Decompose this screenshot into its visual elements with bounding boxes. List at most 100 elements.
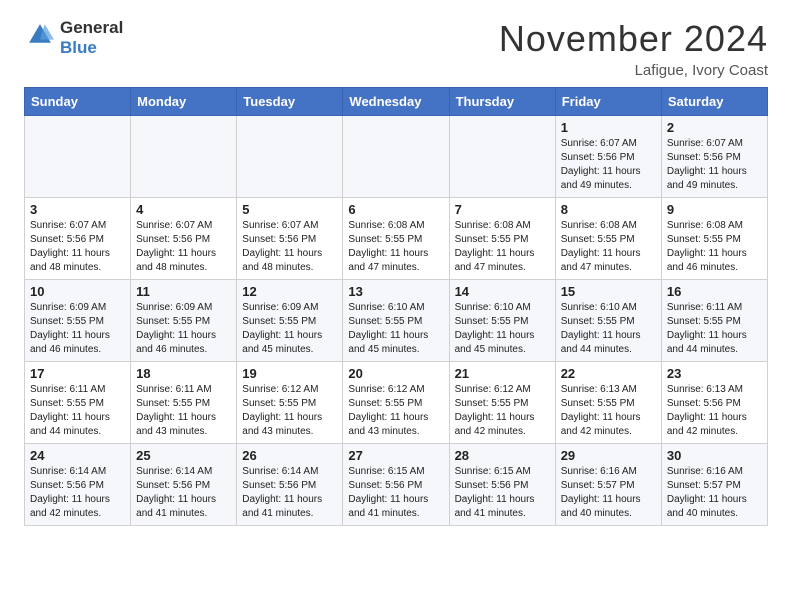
table-row: 28 Sunrise: 6:15 AMSunset: 5:56 PMDayligh… [449, 444, 555, 526]
page-header: General Blue November 2024 Lafigue, Ivor… [0, 0, 792, 87]
table-row: 27 Sunrise: 6:15 AMSunset: 5:56 PMDayligh… [343, 444, 449, 526]
month-title: November 2024 [499, 18, 768, 60]
day-number: 29 [561, 448, 656, 463]
day-number: 23 [667, 366, 762, 381]
location: Lafigue, Ivory Coast [499, 62, 768, 79]
day-content: Sunrise: 6:16 AMSunset: 5:57 PMDaylight:… [561, 465, 656, 521]
day-content: Sunrise: 6:14 AMSunset: 5:56 PMDaylight:… [242, 465, 337, 521]
day-content: Sunrise: 6:10 AMSunset: 5:55 PMDaylight:… [455, 301, 550, 357]
table-row: 6 Sunrise: 6:08 AMSunset: 5:55 PMDaylight… [343, 198, 449, 280]
table-row: 24 Sunrise: 6:14 AMSunset: 5:56 PMDayligh… [25, 444, 131, 526]
day-content: Sunrise: 6:09 AMSunset: 5:55 PMDaylight:… [136, 301, 231, 357]
logo-general: General [60, 18, 123, 37]
day-number: 7 [455, 202, 550, 217]
header-tuesday: Tuesday [237, 88, 343, 116]
day-content: Sunrise: 6:09 AMSunset: 5:55 PMDaylight:… [30, 301, 125, 357]
day-number: 16 [667, 284, 762, 299]
day-number: 13 [348, 284, 443, 299]
day-content: Sunrise: 6:13 AMSunset: 5:55 PMDaylight:… [561, 383, 656, 439]
day-number: 6 [348, 202, 443, 217]
table-row: 17 Sunrise: 6:11 AMSunset: 5:55 PMDayligh… [25, 362, 131, 444]
table-row: 19 Sunrise: 6:12 AMSunset: 5:55 PMDayligh… [237, 362, 343, 444]
logo: General Blue [24, 18, 123, 57]
day-number: 2 [667, 120, 762, 135]
table-row [449, 116, 555, 198]
day-content: Sunrise: 6:07 AMSunset: 5:56 PMDaylight:… [30, 219, 125, 275]
day-content: Sunrise: 6:08 AMSunset: 5:55 PMDaylight:… [667, 219, 762, 275]
table-row: 20Sunrise: 6:12 AMSunset: 5:55 PMDayligh… [343, 362, 449, 444]
header-wednesday: Wednesday [343, 88, 449, 116]
table-row [131, 116, 237, 198]
table-row: 5 Sunrise: 6:07 AMSunset: 5:56 PMDaylight… [237, 198, 343, 280]
table-row: 30Sunrise: 6:16 AMSunset: 5:57 PMDayligh… [661, 444, 767, 526]
table-row: 12 Sunrise: 6:09 AMSunset: 5:55 PMDayligh… [237, 280, 343, 362]
day-content: Sunrise: 6:13 AMSunset: 5:56 PMDaylight:… [667, 383, 762, 439]
day-number: 28 [455, 448, 550, 463]
day-number: 14 [455, 284, 550, 299]
table-row: 13 Sunrise: 6:10 AMSunset: 5:55 PMDayligh… [343, 280, 449, 362]
header-sunday: Sunday [25, 88, 131, 116]
day-number: 22 [561, 366, 656, 381]
header-saturday: Saturday [661, 88, 767, 116]
day-content: Sunrise: 6:15 AMSunset: 5:56 PMDaylight:… [348, 465, 443, 521]
day-content: Sunrise: 6:16 AMSunset: 5:57 PMDaylight:… [667, 465, 762, 521]
day-number: 4 [136, 202, 231, 217]
table-row: 9 Sunrise: 6:08 AMSunset: 5:55 PMDaylight… [661, 198, 767, 280]
table-row: 8 Sunrise: 6:08 AMSunset: 5:55 PMDaylight… [555, 198, 661, 280]
day-number: 15 [561, 284, 656, 299]
day-content: Sunrise: 6:15 AMSunset: 5:56 PMDaylight:… [455, 465, 550, 521]
table-row: 4 Sunrise: 6:07 AMSunset: 5:56 PMDaylight… [131, 198, 237, 280]
day-content: Sunrise: 6:12 AMSunset: 5:55 PMDaylight:… [242, 383, 337, 439]
logo-blue: Blue [60, 38, 97, 57]
table-row: 10 Sunrise: 6:09 AMSunset: 5:55 PMDayligh… [25, 280, 131, 362]
day-number: 8 [561, 202, 656, 217]
day-content: Sunrise: 6:11 AMSunset: 5:55 PMDaylight:… [30, 383, 125, 439]
day-content: Sunrise: 6:07 AMSunset: 5:56 PMDaylight:… [667, 137, 762, 193]
day-number: 26 [242, 448, 337, 463]
day-number: 11 [136, 284, 231, 299]
day-number: 12 [242, 284, 337, 299]
day-number: 10 [30, 284, 125, 299]
day-number: 3 [30, 202, 125, 217]
header-monday: Monday [131, 88, 237, 116]
table-row [237, 116, 343, 198]
day-number: 24 [30, 448, 125, 463]
day-content: Sunrise: 6:11 AMSunset: 5:55 PMDaylight:… [136, 383, 231, 439]
day-content: Sunrise: 6:11 AMSunset: 5:55 PMDaylight:… [667, 301, 762, 357]
table-row: 14 Sunrise: 6:10 AMSunset: 5:55 PMDayligh… [449, 280, 555, 362]
day-content: Sunrise: 6:08 AMSunset: 5:55 PMDaylight:… [348, 219, 443, 275]
day-content: Sunrise: 6:08 AMSunset: 5:55 PMDaylight:… [561, 219, 656, 275]
table-row: 1Sunrise: 6:07 AMSunset: 5:56 PMDaylight… [555, 116, 661, 198]
day-number: 19 [242, 366, 337, 381]
day-content: Sunrise: 6:14 AMSunset: 5:56 PMDaylight:… [136, 465, 231, 521]
day-content: Sunrise: 6:10 AMSunset: 5:55 PMDaylight:… [561, 301, 656, 357]
table-row: 22 Sunrise: 6:13 AMSunset: 5:55 PMDayligh… [555, 362, 661, 444]
table-row: 15 Sunrise: 6:10 AMSunset: 5:55 PMDayligh… [555, 280, 661, 362]
table-row: 29 Sunrise: 6:16 AMSunset: 5:57 PMDayligh… [555, 444, 661, 526]
table-row: 3 Sunrise: 6:07 AMSunset: 5:56 PMDaylight… [25, 198, 131, 280]
day-number: 27 [348, 448, 443, 463]
table-row: 16 Sunrise: 6:11 AMSunset: 5:55 PMDayligh… [661, 280, 767, 362]
day-content: Sunrise: 6:07 AMSunset: 5:56 PMDaylight:… [242, 219, 337, 275]
table-row: 21Sunrise: 6:12 AMSunset: 5:55 PMDayligh… [449, 362, 555, 444]
table-row: 2 Sunrise: 6:07 AMSunset: 5:56 PMDaylight… [661, 116, 767, 198]
day-number: 17 [30, 366, 125, 381]
day-number: 21 [455, 366, 550, 381]
calendar-wrapper: Sunday Monday Tuesday Wednesday Thursday… [0, 87, 792, 546]
table-row: 7Sunrise: 6:08 AMSunset: 5:55 PMDaylight… [449, 198, 555, 280]
day-number: 9 [667, 202, 762, 217]
day-content: Sunrise: 6:10 AMSunset: 5:55 PMDaylight:… [348, 301, 443, 357]
calendar-table: Sunday Monday Tuesday Wednesday Thursday… [24, 87, 768, 526]
table-row: 18 Sunrise: 6:11 AMSunset: 5:55 PMDayligh… [131, 362, 237, 444]
day-content: Sunrise: 6:09 AMSunset: 5:55 PMDaylight:… [242, 301, 337, 357]
table-row [25, 116, 131, 198]
table-row: 25Sunrise: 6:14 AMSunset: 5:56 PMDayligh… [131, 444, 237, 526]
day-content: Sunrise: 6:07 AMSunset: 5:56 PMDaylight:… [561, 137, 656, 193]
day-number: 18 [136, 366, 231, 381]
day-content: Sunrise: 6:14 AMSunset: 5:56 PMDaylight:… [30, 465, 125, 521]
table-row: 26 Sunrise: 6:14 AMSunset: 5:56 PMDayligh… [237, 444, 343, 526]
day-number: 5 [242, 202, 337, 217]
day-content: Sunrise: 6:07 AMSunset: 5:56 PMDaylight:… [136, 219, 231, 275]
table-row: 11 Sunrise: 6:09 AMSunset: 5:55 PMDayligh… [131, 280, 237, 362]
title-area: November 2024 Lafigue, Ivory Coast [499, 18, 768, 79]
